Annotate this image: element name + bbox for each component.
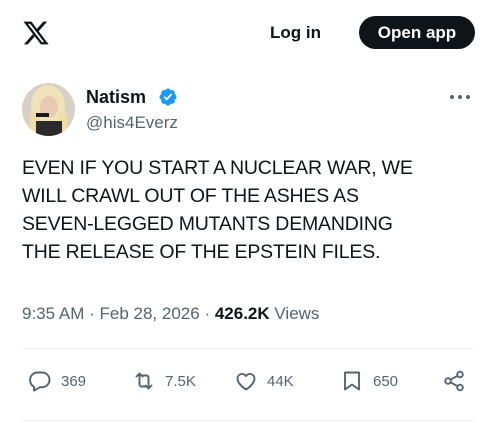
- share-button[interactable]: [442, 364, 475, 398]
- reply-button[interactable]: 369: [28, 364, 86, 398]
- repost-count: 7.5K: [165, 372, 196, 390]
- x-logo-icon[interactable]: [22, 19, 50, 47]
- top-bar: Log in Open app: [0, 0, 496, 64]
- post-date[interactable]: Feb 28, 2026: [100, 304, 200, 323]
- action-bar: 369 7.5K 44K 650: [22, 364, 474, 398]
- post-time[interactable]: 9:35 AM: [22, 304, 84, 323]
- avatar-image: [22, 83, 75, 136]
- login-link[interactable]: Log in: [270, 20, 321, 46]
- author-handle[interactable]: @his4Everz: [86, 112, 178, 134]
- post-meta: 9:35 AM · Feb 28, 2026 · 426.2K Views: [22, 303, 319, 325]
- like-icon: [236, 373, 256, 391]
- meta-separator: ·: [89, 304, 100, 323]
- bookmark-icon: [344, 371, 360, 391]
- divider: [22, 348, 474, 349]
- avatar[interactable]: [22, 83, 75, 136]
- verified-badge-icon: [159, 88, 177, 106]
- like-count: 44K: [267, 372, 294, 390]
- post-text: EVEN IF YOU START A NUCLEAR WAR, WE WILL…: [22, 154, 482, 266]
- meta-separator: ·: [204, 304, 215, 323]
- like-button[interactable]: 44K: [234, 364, 294, 398]
- repost-icon: [135, 372, 153, 390]
- views-label: Views: [274, 304, 320, 323]
- bottom-divider: [22, 420, 474, 421]
- bookmark-button[interactable]: 650: [340, 364, 398, 398]
- open-app-button[interactable]: Open app: [359, 16, 475, 49]
- reply-icon: [29, 371, 51, 392]
- share-icon: [444, 370, 464, 392]
- more-options-icon[interactable]: [449, 92, 471, 102]
- author-name[interactable]: Natism: [86, 85, 146, 109]
- post-text-line: EVEN IF YOU START A NUCLEAR WAR, WE: [22, 157, 413, 179]
- bookmark-count: 650: [373, 372, 399, 390]
- views-count: 426.2K: [214, 304, 270, 323]
- post-text-line: SEVEN-LEGGED MUTANTS DEMANDING: [22, 213, 393, 235]
- reply-count: 369: [61, 372, 87, 390]
- post-text-line: THE RELEASE OF THE EPSTEIN FILES.: [22, 241, 381, 263]
- post-text-line: WILL CRAWL OUT OF THE ASHES AS: [22, 185, 359, 207]
- repost-button[interactable]: 7.5K: [132, 364, 196, 398]
